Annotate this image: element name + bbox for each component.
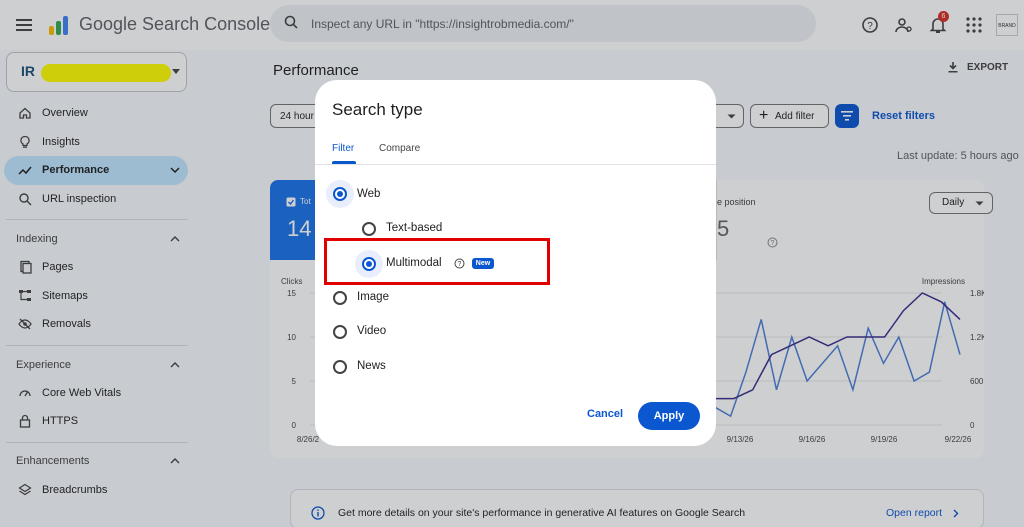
radio-image[interactable] (333, 291, 347, 305)
option-label-web: Web (357, 188, 381, 200)
dialog-title: Search type (332, 100, 423, 119)
radio-news[interactable] (333, 360, 347, 374)
tab-filter[interactable]: Filter (332, 143, 354, 154)
annotation-highlight-box (324, 238, 550, 285)
option-label-text-based: Text-based (386, 222, 443, 234)
radio-video[interactable] (333, 325, 347, 339)
cancel-button[interactable]: Cancel (587, 408, 623, 420)
option-label-news: News (357, 360, 386, 372)
radio-text-based[interactable] (362, 222, 376, 236)
apply-button[interactable]: Apply (638, 402, 700, 430)
tab-compare[interactable]: Compare (379, 143, 420, 154)
radio-web[interactable] (333, 187, 347, 201)
option-label-image: Image (357, 291, 389, 303)
option-label-video: Video (357, 325, 387, 337)
tab-divider (315, 164, 716, 165)
